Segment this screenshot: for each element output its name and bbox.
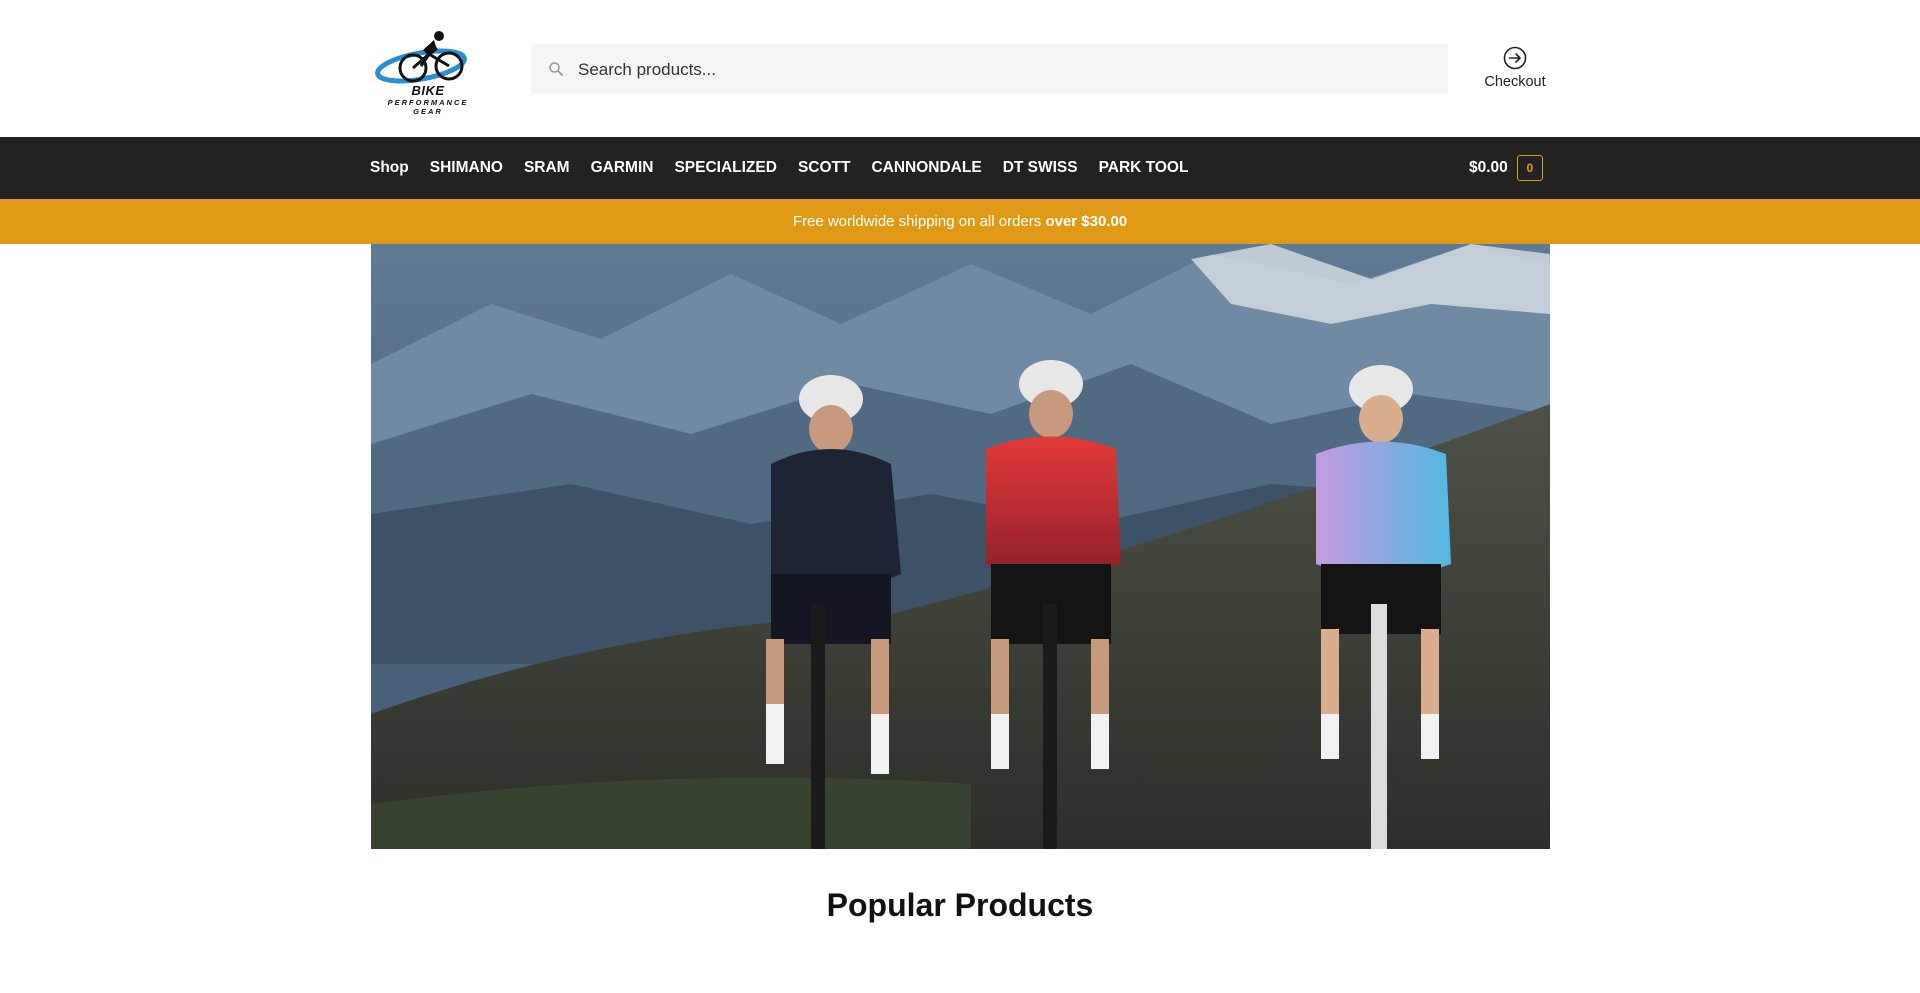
promo-text: Free worldwide shipping on all orders (792, 213, 1046, 230)
main-nav: Shop SHIMANO SRAM GARMIN SPECIALIZED SCO… (0, 137, 1920, 199)
search-input[interactable] (576, 44, 1440, 96)
checkout-link[interactable]: Checkout (1474, 45, 1556, 97)
shipping-promo-bar: Free worldwide shipping on all orders ov… (0, 199, 1920, 244)
site-header: BIKE PERFORMANCE GEAR Checkout (0, 0, 1920, 137)
logo-tagline: PERFORMANCE GEAR (387, 98, 469, 116)
nav-item-garmin[interactable]: GARMIN (591, 159, 654, 177)
search-bar (531, 44, 1448, 96)
page: BIKE PERFORMANCE GEAR Checkout Shop SHIM… (0, 0, 1920, 993)
cart-count-badge: 0 (1516, 155, 1543, 181)
nav-item-park-tool[interactable]: PARK TOOL (1099, 159, 1189, 177)
nav-item-shimano[interactable]: SHIMANO (430, 159, 503, 177)
popular-products-heading: Popular Products (826, 887, 1094, 923)
nav-item-specialized[interactable]: SPECIALIZED (674, 159, 776, 177)
hero-image (371, 244, 1550, 849)
nav-item-shop[interactable]: Shop (370, 159, 409, 177)
nav-menu: Shop SHIMANO SRAM GARMIN SPECIALIZED SCO… (370, 137, 1209, 199)
promo-emphasis: over $30.00 (1045, 213, 1128, 230)
logo-text: BIKE (411, 83, 445, 98)
checkout-label: Checkout (1484, 74, 1546, 90)
arrow-right-circle-icon (1503, 46, 1527, 70)
nav-item-dt-swiss[interactable]: DT SWISS (1003, 159, 1078, 177)
site-logo[interactable]: BIKE PERFORMANCE GEAR (371, 28, 485, 116)
cart-button[interactable]: $0.00 0 (1469, 154, 1543, 182)
nav-item-sram[interactable]: SRAM (524, 159, 570, 177)
search-icon (549, 62, 563, 76)
nav-item-cannondale[interactable]: CANNONDALE (871, 159, 981, 177)
nav-item-scott[interactable]: SCOTT (798, 159, 851, 177)
cyclist-logo-icon (375, 31, 467, 84)
cart-total: $0.00 (1469, 159, 1508, 176)
